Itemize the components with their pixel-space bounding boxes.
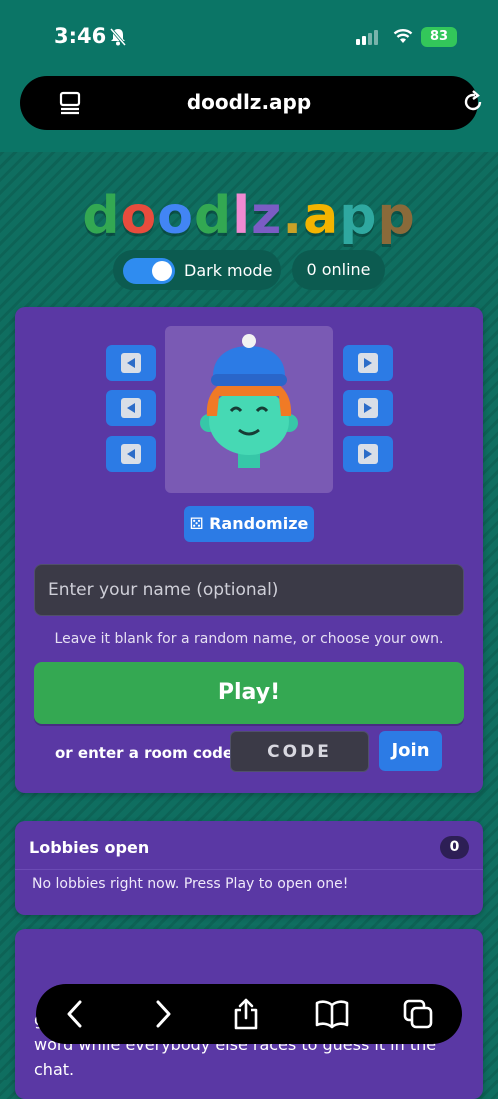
logo-letter: . (282, 186, 304, 246)
lobbies-card: Lobbies open 0 No lobbies right now. Pre… (15, 821, 483, 915)
browser-top-bar: 3:46 83 doodlz.app (0, 0, 498, 152)
logo-letter: p (377, 186, 416, 246)
bell-muted-icon (110, 28, 126, 46)
next-hat-button[interactable] (343, 345, 393, 381)
dark-mode-toggle[interactable]: Dark mode (113, 250, 281, 290)
logo-letter: l (232, 186, 252, 246)
arrow-left-icon (127, 449, 135, 459)
logo-letter: d (82, 186, 121, 246)
logo-letter: a (303, 186, 340, 246)
cellular-signal-icon (356, 30, 378, 45)
status-time: 3:46 (54, 24, 107, 48)
avatar-and-join-card: ⚄ Randomize Leave it blank for a random … (15, 307, 483, 793)
prev-hat-button[interactable] (106, 345, 156, 381)
avatar-character-icon (200, 334, 298, 468)
battery-level: 83 (429, 29, 449, 44)
avatar-preview (165, 326, 333, 493)
lobbies-empty-message: No lobbies right now. Press Play to open… (32, 876, 349, 892)
randomize-button[interactable]: ⚄ Randomize (184, 506, 314, 542)
dark-mode-label: Dark mode (184, 261, 273, 280)
logo-letter: z (251, 186, 283, 246)
name-hint: Leave it blank for a random name, or cho… (54, 631, 444, 647)
room-code-label: or enter a room code (55, 744, 234, 762)
battery-indicator: 83 (421, 27, 457, 47)
prev-face-button[interactable] (106, 436, 156, 472)
share-icon[interactable] (232, 998, 260, 1030)
forward-icon[interactable] (152, 998, 174, 1030)
arrow-right-icon (364, 403, 372, 413)
back-icon[interactable] (64, 998, 86, 1030)
tabs-overview-icon[interactable] (402, 998, 434, 1030)
logo-letter: o (120, 186, 158, 246)
bookmarks-icon[interactable] (315, 998, 349, 1030)
logo-letter: d (194, 186, 233, 246)
join-button[interactable]: Join (379, 731, 442, 771)
logo-letter: o (157, 186, 195, 246)
arrow-left-icon (127, 403, 135, 413)
toggle-switch[interactable] (123, 258, 175, 284)
site-logo: doodlz.app (0, 186, 498, 246)
room-code-input[interactable] (230, 731, 369, 772)
arrow-right-icon (364, 449, 372, 459)
play-button[interactable]: Play! (34, 662, 464, 724)
online-count-text: 0 online (306, 260, 371, 279)
browser-bottom-toolbar (36, 984, 462, 1044)
divider (15, 869, 483, 870)
next-hair-button[interactable] (343, 390, 393, 426)
reload-icon[interactable] (459, 88, 487, 116)
url-text[interactable]: doodlz.app (20, 90, 478, 114)
address-bar[interactable]: doodlz.app (20, 76, 482, 130)
logo-letter: p (339, 186, 378, 246)
online-count-badge: 0 online (292, 250, 385, 290)
status-bar: 3:46 83 (0, 22, 498, 52)
lobbies-title: Lobbies open (29, 838, 150, 857)
next-face-button[interactable] (343, 436, 393, 472)
arrow-right-icon (364, 358, 372, 368)
lobbies-count-badge: 0 (440, 836, 469, 859)
arrow-left-icon (127, 358, 135, 368)
prev-hair-button[interactable] (106, 390, 156, 426)
wifi-icon (393, 29, 413, 43)
name-input[interactable] (34, 564, 464, 616)
